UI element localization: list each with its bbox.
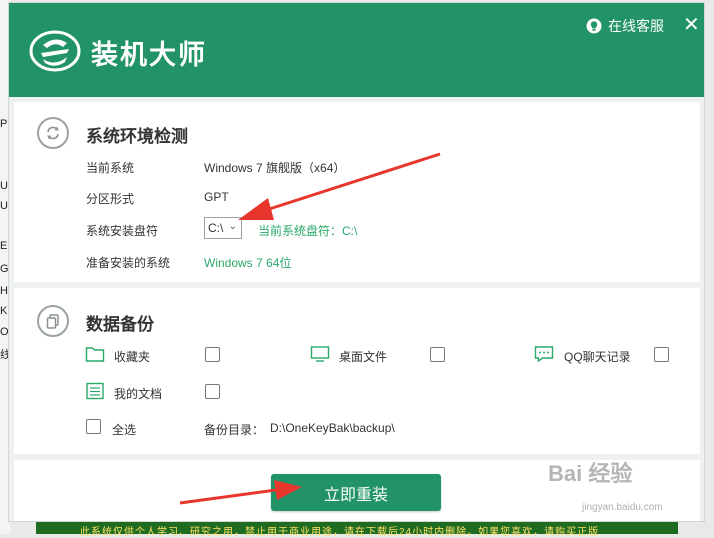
installer-window: 装机大师 在线客服 ✕ 系统环境检测 当前系统 Windows 7 旗舰版（x6…: [8, 2, 705, 522]
app-title: 装机大师: [91, 40, 207, 70]
backup-dir-label: 备份目录：: [204, 423, 265, 437]
backup-dir-link[interactable]: D:\OneKeyBak\backup\: [270, 421, 395, 435]
backup-panel: 数据备份 收藏夹 桌面文件 QQ聊天记录 我的文档 全选 备份目录： D:\On…: [14, 288, 700, 454]
current-system-value: Windows 7 旗舰版（x64）: [204, 161, 346, 175]
system-check-title: 系统环境检测: [86, 127, 188, 146]
system-check-panel: 系统环境检测 当前系统 Windows 7 旗舰版（x64） 分区形式 GPT …: [14, 102, 700, 282]
background-char: K: [0, 305, 8, 317]
select-all-label: 全选: [112, 423, 137, 437]
partition-type-value: GPT: [204, 190, 229, 204]
support-label: 在线客服: [608, 18, 664, 34]
close-button[interactable]: ✕: [683, 15, 700, 35]
monitor-icon: [310, 346, 330, 362]
backup-documents-label: 我的文档: [114, 387, 163, 401]
document-icon: [86, 382, 104, 400]
backup-favorites-checkbox[interactable]: [205, 347, 220, 362]
support-icon: [586, 18, 602, 34]
copy-icon: [37, 305, 69, 337]
partition-type-label: 分区形式: [86, 192, 135, 206]
target-system-value: Windows 7 64位: [204, 256, 292, 270]
background-char: E: [0, 240, 8, 252]
baidu-watermark: Bai 经验: [548, 461, 633, 486]
target-system-label: 准备安装的系统: [86, 256, 171, 270]
online-support-link[interactable]: 在线客服: [586, 16, 664, 36]
background-char: H: [0, 285, 8, 297]
chevron-down-icon: ⌄: [228, 221, 237, 232]
chat-icon: [534, 346, 554, 363]
header-bar: 装机大师 在线客服 ✕: [9, 3, 704, 97]
background-char: P: [0, 118, 8, 130]
background-banner-text: 此系统仅供个人学习、研究之用，禁止用于商业用途，请在下载后24小时内删除。如果您…: [80, 527, 600, 538]
app-logo-icon: [29, 30, 81, 72]
backup-qq-label: QQ聊天记录: [564, 350, 631, 364]
reinstall-now-button[interactable]: 立即重装: [271, 474, 441, 511]
backup-desktop-label: 桌面文件: [339, 350, 388, 364]
background-char: U: [0, 180, 8, 192]
backup-documents-checkbox[interactable]: [205, 384, 220, 399]
current-drive-note: 当前系统盘符：C:\: [258, 224, 358, 238]
backup-qq-checkbox[interactable]: [654, 347, 669, 362]
refresh-icon: [37, 117, 69, 149]
install-drive-label: 系统安装盘符: [86, 224, 159, 238]
select-all-checkbox[interactable]: [86, 419, 101, 434]
background-char: U: [0, 200, 8, 212]
install-drive-value: C:\: [208, 221, 224, 235]
folder-icon: [85, 347, 105, 362]
backup-desktop-checkbox[interactable]: [430, 347, 445, 362]
install-drive-select[interactable]: C:\ ⌄: [204, 217, 242, 239]
current-system-label: 当前系统: [86, 161, 135, 175]
backup-title: 数据备份: [86, 315, 154, 334]
backup-favorites-label: 收藏夹: [114, 350, 151, 364]
baidu-watermark-url: jingyan.baidu.com: [582, 502, 663, 513]
